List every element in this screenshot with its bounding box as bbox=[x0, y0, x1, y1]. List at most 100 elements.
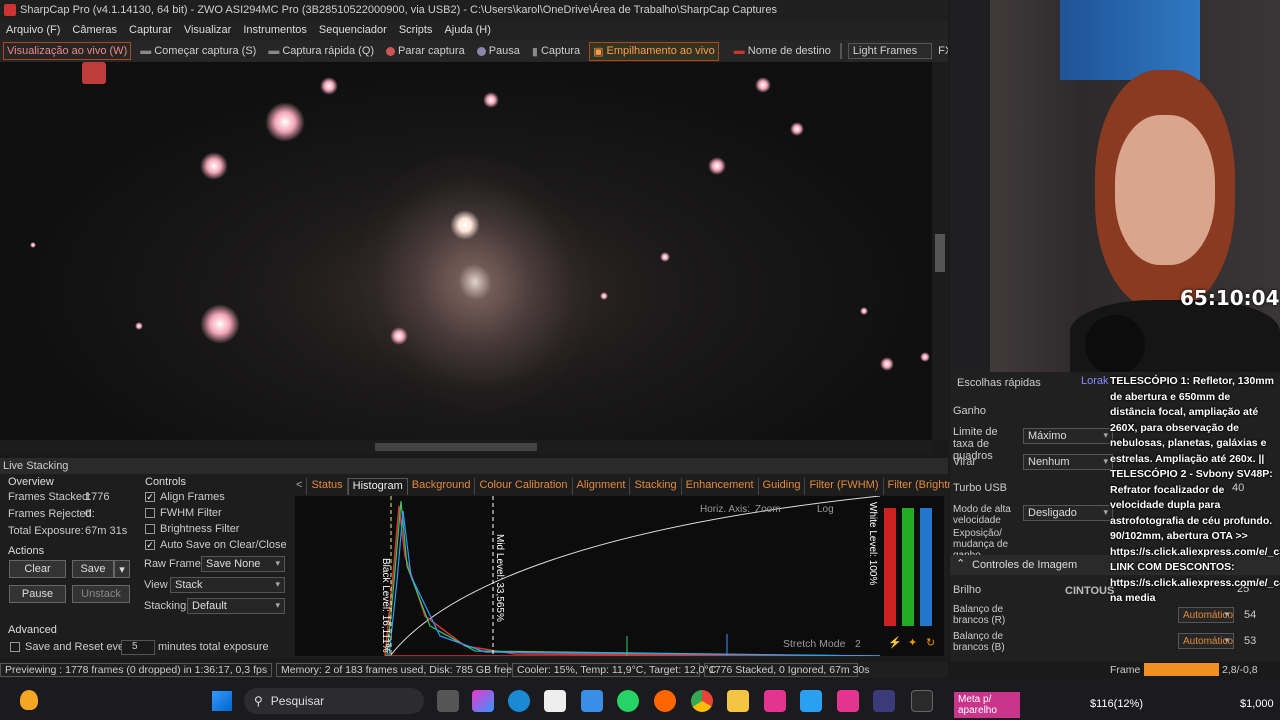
background-shelf bbox=[950, 0, 990, 372]
auto-stretch-icon[interactable]: ⚡ bbox=[888, 636, 902, 649]
live-stacking-header: Live Stacking bbox=[0, 458, 948, 474]
align-frames-checkbox[interactable]: ✓ Align Frames bbox=[145, 491, 225, 503]
stacking-select[interactable]: Default bbox=[187, 598, 285, 614]
high-speed-mode-select[interactable]: Desligado bbox=[1023, 505, 1113, 521]
windows-taskbar bbox=[0, 682, 1280, 720]
frame-label: Frame : bbox=[1110, 664, 1147, 676]
app-gray-icon[interactable] bbox=[911, 690, 933, 712]
store-icon[interactable] bbox=[544, 690, 566, 712]
save-reset-minutes-stepper[interactable]: 5 bbox=[121, 640, 155, 655]
frame-type-select[interactable]: Light Frames bbox=[847, 43, 933, 59]
wb-r-value[interactable]: 54 bbox=[1244, 609, 1256, 621]
wb-b-auto-select[interactable]: Automático bbox=[1178, 633, 1234, 649]
quick-capture-button[interactable]: ▬ Captura rápida (Q) bbox=[265, 43, 377, 59]
image-viewer[interactable] bbox=[0, 62, 932, 440]
app-blue-icon[interactable] bbox=[800, 690, 822, 712]
scroll-thumb[interactable] bbox=[935, 234, 945, 272]
status-stacked: 1776 Stacked, 0 Ignored, 67m 30s bbox=[704, 663, 870, 677]
app-icon[interactable] bbox=[581, 690, 603, 712]
log-checkbox[interactable]: Log bbox=[817, 504, 834, 515]
menu-scripts[interactable]: Scripts bbox=[399, 24, 433, 36]
tab-alignment[interactable]: Alignment bbox=[573, 478, 631, 495]
star bbox=[880, 357, 894, 371]
fwhm-filter-checkbox[interactable]: FWHM Filter bbox=[145, 507, 222, 519]
fwhm-filter-label: FWHM Filter bbox=[160, 507, 222, 519]
wb-b-value[interactable]: 53 bbox=[1244, 635, 1256, 647]
zoom-checkbox[interactable]: Zoom bbox=[755, 504, 781, 515]
menu-sequencer[interactable]: Sequenciador bbox=[319, 24, 387, 36]
tab-stacking[interactable]: Stacking bbox=[630, 478, 682, 495]
capture-button[interactable]: ▮ Captura bbox=[529, 43, 583, 60]
tab-background[interactable]: Background bbox=[408, 478, 476, 495]
red-level-slider[interactable] bbox=[884, 508, 896, 626]
save-dropdown-button[interactable]: ▾ bbox=[114, 560, 130, 578]
target-name-input[interactable] bbox=[839, 43, 842, 59]
whatsapp-icon[interactable] bbox=[617, 690, 639, 712]
start-capture-button[interactable]: ▬ Começar captura (S) bbox=[137, 43, 259, 59]
viewer-vertical-scrollbar[interactable] bbox=[932, 62, 948, 440]
tab-colour-calibration[interactable]: Colour Calibration bbox=[475, 478, 573, 495]
save-reset-label: Save and Reset every bbox=[25, 641, 134, 653]
copilot-icon[interactable] bbox=[472, 690, 494, 712]
tab-enhancement[interactable]: Enhancement bbox=[682, 478, 759, 495]
pause-button[interactable]: Pausa bbox=[474, 43, 523, 59]
tabs-scroll-left-icon[interactable]: < bbox=[292, 478, 308, 495]
viewer-marker-icon[interactable] bbox=[82, 62, 106, 84]
target-name-button[interactable]: ▬ Nome de destino bbox=[731, 43, 834, 59]
raw-frames-select[interactable]: Save None bbox=[201, 556, 285, 572]
target-name-label: Nome de destino bbox=[747, 45, 831, 57]
stop-capture-button[interactable]: Parar captura bbox=[383, 43, 468, 59]
green-level-slider[interactable] bbox=[902, 508, 914, 626]
save-reset-checkbox[interactable]: Save and Reset every bbox=[10, 641, 133, 653]
sparkle-icon[interactable]: ✦ bbox=[908, 636, 917, 649]
checkbox-box[interactable] bbox=[145, 508, 155, 518]
reset-icon[interactable]: ↻ bbox=[926, 636, 935, 649]
scroll-thumb[interactable] bbox=[375, 443, 537, 451]
collapse-icon[interactable]: ⌃ bbox=[956, 557, 965, 570]
stretch-mode-value[interactable]: 2 bbox=[855, 638, 861, 650]
checkbox-box[interactable] bbox=[145, 524, 155, 534]
fx-button[interactable]: FX bbox=[938, 45, 948, 57]
histogram-chart[interactable]: Black Level: 16,111% Mid Level: 33,565% … bbox=[295, 496, 880, 656]
opera-icon[interactable] bbox=[654, 690, 676, 712]
checkbox-box[interactable] bbox=[10, 642, 20, 652]
task-view-icon[interactable] bbox=[437, 690, 459, 712]
menu-capture[interactable]: Capturar bbox=[129, 24, 172, 36]
frame-limit-select[interactable]: Máximo bbox=[1023, 428, 1113, 444]
pause-stack-button[interactable]: Pause bbox=[9, 585, 66, 603]
menu-view[interactable]: Visualizar bbox=[184, 24, 232, 36]
sharpcap-taskbar-icon[interactable] bbox=[873, 690, 895, 712]
auto-save-checkbox[interactable]: ✓ Auto Save on Clear/Close bbox=[145, 539, 287, 551]
brightness-filter-checkbox[interactable]: Brightness Filter bbox=[145, 523, 239, 535]
menu-help[interactable]: Ajuda (H) bbox=[444, 24, 490, 36]
blue-level-slider[interactable] bbox=[920, 508, 932, 626]
live-view-button[interactable]: Visualização ao vivo (W) bbox=[3, 42, 132, 60]
weather-icon[interactable] bbox=[20, 690, 38, 710]
chrome-icon[interactable] bbox=[691, 690, 713, 712]
level-sliders[interactable]: White Level: 100% ⚡ ✦ ↻ bbox=[867, 496, 944, 656]
pause-icon bbox=[476, 46, 486, 56]
flip-select[interactable]: Nenhum bbox=[1023, 454, 1113, 470]
wb-r-auto-select[interactable]: Automático bbox=[1178, 607, 1234, 623]
live-stack-button[interactable]: ▣ Empilhamento ao vivo bbox=[589, 41, 719, 61]
tab-filter-fwhm[interactable]: Filter (FWHM) bbox=[805, 478, 884, 495]
check-icon[interactable]: ✓ bbox=[145, 492, 155, 502]
tab-guiding[interactable]: Guiding bbox=[759, 478, 806, 495]
unstack-button[interactable]: Unstack bbox=[72, 585, 130, 603]
viewer-horizontal-scrollbar[interactable] bbox=[0, 440, 932, 454]
save-button[interactable]: Save bbox=[72, 560, 114, 578]
menu-file[interactable]: Arquivo (F) bbox=[6, 24, 60, 36]
menu-cameras[interactable]: Câmeras bbox=[72, 24, 117, 36]
edge-icon[interactable] bbox=[508, 690, 530, 712]
menu-tools[interactable]: Instrumentos bbox=[243, 24, 307, 36]
view-select[interactable]: Stack bbox=[170, 577, 285, 593]
folder-icon[interactable] bbox=[727, 690, 749, 712]
app-pink-icon[interactable] bbox=[764, 690, 786, 712]
tab-status[interactable]: Status bbox=[307, 478, 348, 495]
clear-button[interactable]: Clear bbox=[9, 560, 66, 578]
check-icon[interactable]: ✓ bbox=[145, 540, 155, 550]
windows-start-icon[interactable] bbox=[212, 691, 232, 711]
tab-histogram[interactable]: Histogram bbox=[347, 478, 408, 495]
taskbar-search[interactable]: ⚲ Pesquisar bbox=[244, 688, 424, 714]
app-pink2-icon[interactable] bbox=[837, 690, 859, 712]
